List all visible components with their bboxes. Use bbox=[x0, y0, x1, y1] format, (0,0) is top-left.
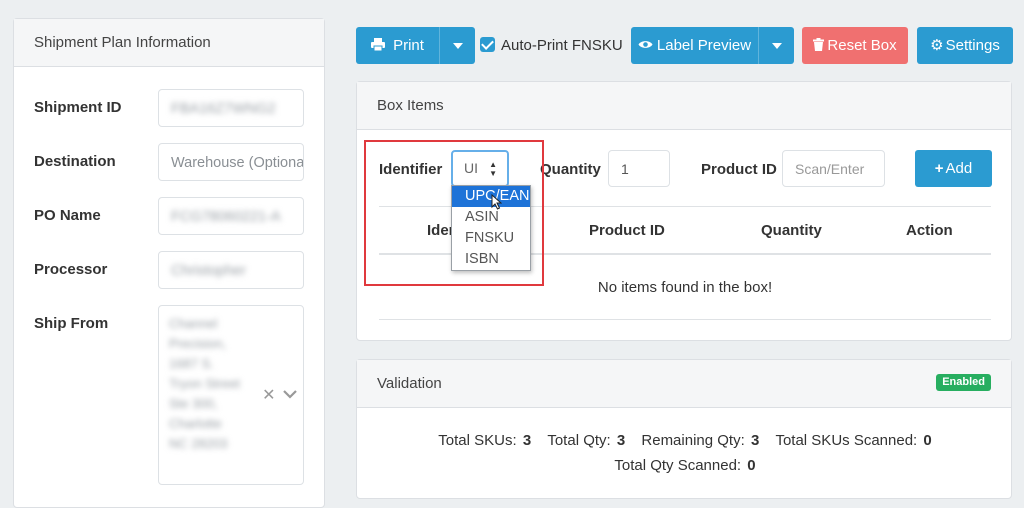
identifier-dropdown-list: UPC/EAN ASIN FNSKU ISBN bbox=[451, 185, 531, 271]
product-id-field[interactable]: Scan/Enter bbox=[782, 150, 885, 187]
chevron-down-icon[interactable] bbox=[283, 389, 297, 399]
quantity-field[interactable]: 1 bbox=[608, 150, 670, 187]
reset-box-label: Reset Box bbox=[827, 37, 897, 54]
checkbox-checked-icon[interactable] bbox=[480, 37, 495, 52]
select-arrows-icon: ▲ ▼ bbox=[489, 160, 497, 178]
settings-button[interactable]: ⚙ Settings bbox=[917, 27, 1013, 64]
shipment-plan-panel: Shipment Plan Information Shipment ID FB… bbox=[13, 18, 325, 508]
product-id-label: Product ID bbox=[701, 161, 777, 178]
processor-field[interactable]: Christopher bbox=[158, 251, 304, 289]
shipment-plan-title: Shipment Plan Information bbox=[14, 19, 324, 67]
label-preview-button-group: Label Preview bbox=[631, 27, 794, 64]
identifier-select[interactable]: UI ▲ ▼ bbox=[451, 150, 509, 187]
box-items-panel: Box Items Identifier UI ▲ ▼ Quantity 1 Pr… bbox=[356, 81, 1012, 341]
shipment-id-field[interactable]: FBA16Z7WNG2 bbox=[158, 89, 304, 127]
label-preview-button[interactable]: Label Preview bbox=[631, 27, 758, 64]
gear-icon: ⚙ bbox=[930, 37, 944, 54]
status-badge: Enabled bbox=[936, 374, 991, 391]
stat-total-qty: Total Qty: 3 bbox=[547, 432, 626, 449]
ship-from-row: Ship From Channel Precision, 1687 S. Try… bbox=[34, 305, 304, 487]
ship-from-select[interactable]: Channel Precision, 1687 S. Tryon Street … bbox=[158, 305, 304, 485]
validation-stats-line2: Total Qty Scanned: 0 bbox=[357, 457, 1013, 474]
shipment-id-row: Shipment ID FBA16Z7WNG2 bbox=[34, 89, 304, 129]
auto-print-fnsku-checkbox[interactable]: Auto-Print FNSKU bbox=[480, 37, 623, 55]
printer-icon bbox=[371, 38, 386, 52]
ship-from-controls: ✕ bbox=[262, 386, 297, 406]
reset-box-button[interactable]: Reset Box bbox=[802, 27, 908, 64]
shipment-id-label: Shipment ID bbox=[34, 99, 122, 116]
quantity-label: Quantity bbox=[540, 161, 601, 178]
box-items-title: Box Items bbox=[357, 82, 1011, 130]
stat-total-qty-scanned: Total Qty Scanned: 0 bbox=[614, 457, 756, 474]
validation-panel: Validation Enabled Total SKUs: 3 Total Q… bbox=[356, 359, 1012, 499]
column-quantity: Quantity bbox=[761, 222, 822, 239]
po-name-row: PO Name FCG78060221-A bbox=[34, 197, 304, 237]
po-name-field[interactable]: FCG78060221-A bbox=[158, 197, 304, 235]
add-label: Add bbox=[945, 160, 973, 177]
destination-row: Destination Warehouse (Optional) bbox=[34, 143, 304, 183]
identifier-selected-value: UI bbox=[464, 160, 478, 176]
stat-total-skus: Total SKUs: 3 bbox=[438, 432, 532, 449]
print-button-group: Print bbox=[356, 27, 475, 64]
add-button[interactable]: + Add bbox=[915, 150, 992, 187]
label-preview-label: Label Preview bbox=[656, 37, 752, 54]
stat-remaining-qty: Remaining Qty: 3 bbox=[641, 432, 760, 449]
destination-field[interactable]: Warehouse (Optional) bbox=[158, 143, 304, 181]
print-button[interactable]: Print bbox=[356, 27, 439, 64]
caret-down-icon bbox=[452, 43, 463, 50]
auto-print-label: Auto-Print FNSKU bbox=[501, 37, 623, 54]
trash-icon bbox=[813, 38, 825, 51]
column-action: Action bbox=[906, 222, 953, 239]
ship-from-label: Ship From bbox=[34, 315, 109, 332]
ship-from-address: Channel Precision, 1687 S. Tryon Street … bbox=[169, 316, 241, 451]
option-asin[interactable]: ASIN bbox=[452, 207, 530, 228]
clear-icon[interactable]: ✕ bbox=[262, 387, 275, 404]
processor-label: Processor bbox=[34, 261, 108, 278]
stat-total-skus-scanned: Total SKUs Scanned: 0 bbox=[775, 432, 932, 449]
eye-icon bbox=[638, 41, 653, 48]
option-isbn[interactable]: ISBN bbox=[452, 249, 530, 270]
plus-icon: + bbox=[934, 160, 944, 177]
destination-label: Destination bbox=[34, 153, 116, 170]
po-name-label: PO Name bbox=[34, 207, 101, 224]
validation-stats-line1: Total SKUs: 3 Total Qty: 3 Remaining Qty… bbox=[357, 432, 1013, 449]
caret-down-icon bbox=[771, 43, 782, 50]
label-preview-dropdown-toggle[interactable] bbox=[758, 27, 794, 64]
option-fnsku[interactable]: FNSKU bbox=[452, 228, 530, 249]
column-product-id: Product ID bbox=[589, 222, 665, 239]
processor-row: Processor Christopher bbox=[34, 251, 304, 291]
print-dropdown-toggle[interactable] bbox=[439, 27, 475, 64]
identifier-label: Identifier bbox=[379, 161, 443, 178]
mouse-cursor-icon bbox=[491, 194, 502, 210]
print-label: Print bbox=[393, 37, 424, 54]
validation-title: Validation bbox=[357, 360, 1011, 408]
settings-label: Settings bbox=[945, 37, 1000, 54]
